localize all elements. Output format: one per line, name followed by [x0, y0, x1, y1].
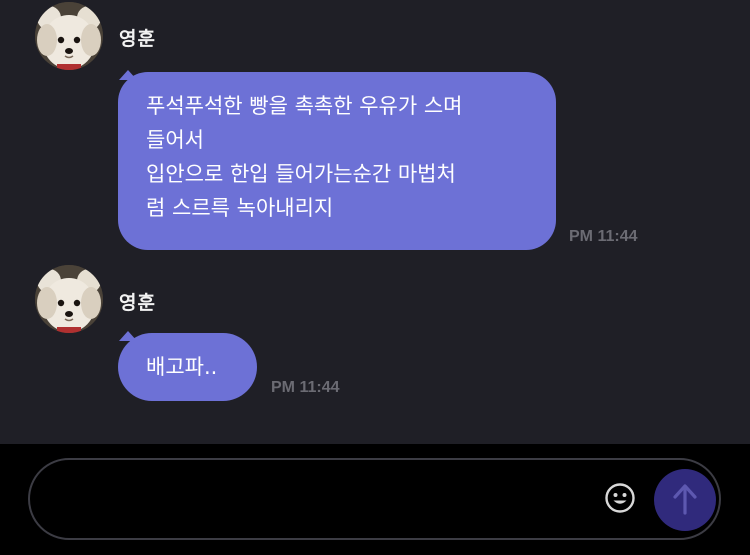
puppy-avatar-icon	[35, 2, 103, 70]
send-button[interactable]	[654, 469, 716, 531]
message-bubble[interactable]: 배고파..	[118, 333, 257, 401]
chat-area[interactable]: 영훈 푸석푸석한 빵을 촉촉한 우유가 스며 들어서 입안으로 한입 들어가는순…	[0, 0, 750, 444]
message-bubble[interactable]: 푸석푸석한 빵을 촉촉한 우유가 스며 들어서 입안으로 한입 들어가는순간 마…	[118, 72, 556, 250]
message-timestamp: PM 11:44	[569, 228, 638, 245]
emoji-button[interactable]	[604, 482, 636, 514]
arrow-up-icon	[673, 484, 697, 515]
sender-name: 영훈	[119, 292, 156, 314]
puppy-avatar-icon	[35, 265, 103, 333]
message-timestamp: PM 11:44	[271, 379, 340, 396]
smiley-icon	[605, 483, 635, 513]
sender-name: 영훈	[119, 28, 156, 50]
composer-bar	[0, 444, 750, 555]
sender-avatar[interactable]	[35, 265, 103, 333]
sender-avatar[interactable]	[35, 2, 103, 70]
